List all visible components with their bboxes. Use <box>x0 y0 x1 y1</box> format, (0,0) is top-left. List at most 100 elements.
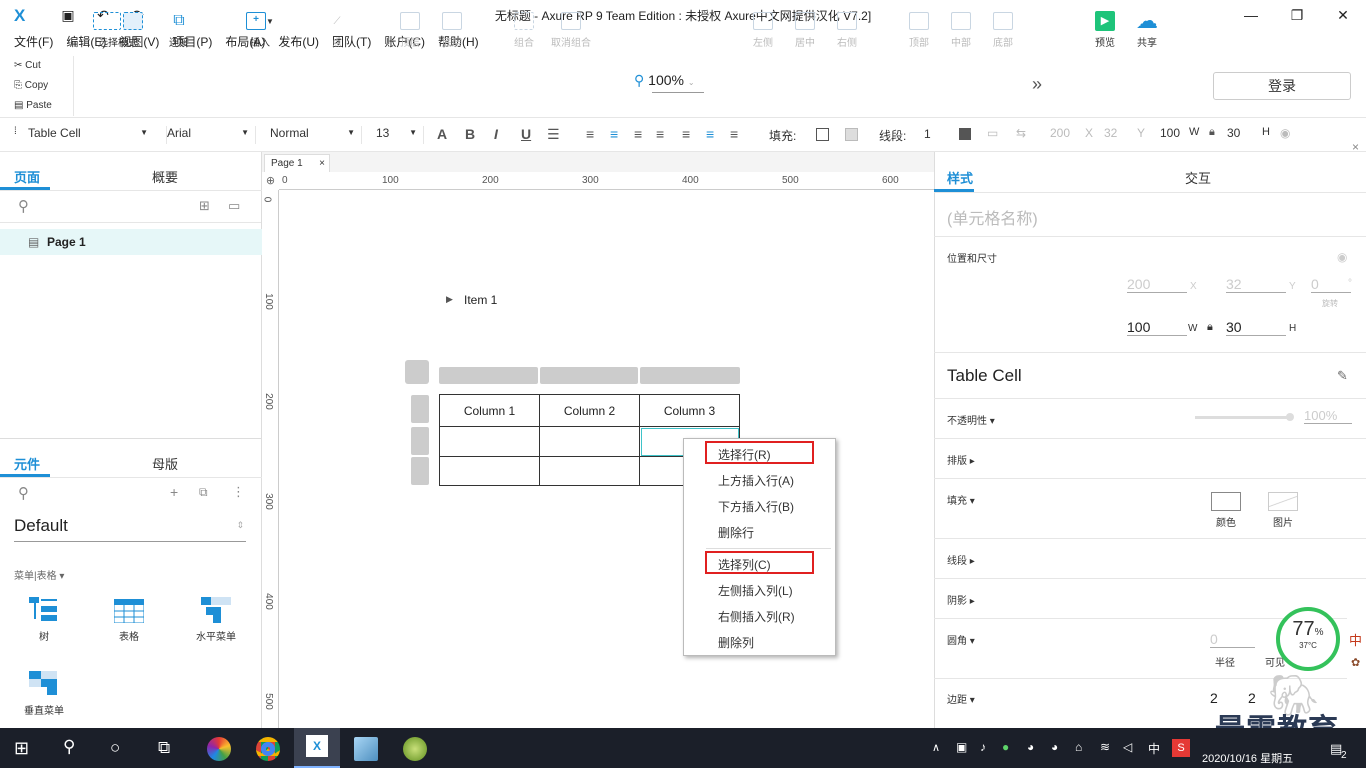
cut-button[interactable]: ✂ Cut <box>0 56 73 76</box>
notes-app-icon[interactable] <box>354 737 378 761</box>
widget-table[interactable]: 表格 <box>99 594 159 643</box>
fill-image-button[interactable] <box>1268 492 1298 511</box>
qq-icon-2[interactable]: ◕ <box>1051 740 1058 754</box>
page-tab[interactable]: Page 1 × <box>264 154 330 172</box>
login-button[interactable]: 登录 <box>1213 72 1351 100</box>
menu-insert-column-left[interactable]: 左侧插入列(L) <box>718 582 793 599</box>
wifi-icon[interactable]: ≋ <box>1100 740 1110 754</box>
stroke-section[interactable]: 线段 ▸ <box>947 552 975 567</box>
fill-color-button[interactable] <box>1211 492 1241 511</box>
tab-pages[interactable]: 页面 <box>14 167 40 186</box>
lock-ratio-icon[interactable]: 🔒︎ <box>1207 321 1213 334</box>
menu-insert-column-right[interactable]: 右侧插入列(R) <box>718 608 795 625</box>
green-app-icon[interactable] <box>403 737 427 761</box>
chrome-icon[interactable] <box>256 737 280 761</box>
more-tools-button[interactable]: » <box>1032 74 1042 95</box>
align-center-button[interactable]: 居中 <box>792 8 818 49</box>
stroke-arrow-icon[interactable]: ⇆ <box>1016 126 1026 140</box>
h-input[interactable]: 30 <box>1226 319 1286 336</box>
visibility-eye-icon[interactable]: ◉ <box>1280 126 1290 140</box>
align-middle-button[interactable]: 中部 <box>948 8 974 49</box>
point-button[interactable]: ⟋ 点 <box>324 8 350 50</box>
task-view-icon[interactable]: ⧉ <box>158 738 170 758</box>
cell-name-input[interactable]: (单元格名称) <box>947 205 1038 229</box>
stroke-width-value[interactable]: 1 <box>924 127 931 141</box>
tab-outline[interactable]: 概要 <box>152 167 178 186</box>
table-cell[interactable] <box>539 456 640 486</box>
library-copy-icon[interactable]: ⧉ <box>199 485 208 500</box>
style-select[interactable]: ⁞ Table Cell ▼ <box>14 126 154 144</box>
maximize-icon[interactable]: ❐ <box>1274 0 1320 30</box>
rotation-input[interactable]: 0 <box>1311 276 1351 293</box>
system-monitor-gauge[interactable]: 77% 37°C <box>1276 607 1340 671</box>
search-icon[interactable]: ⚲ <box>63 737 75 757</box>
table-header-cell[interactable]: Column 1 <box>439 394 540 427</box>
align-bottom-button[interactable]: 底部 <box>990 8 1016 49</box>
menu-publish[interactable]: 发布(U) <box>278 33 319 50</box>
select-mode-button[interactable]: 选择模式 <box>86 8 150 49</box>
library-select[interactable]: Default ⇕ <box>14 516 246 542</box>
y-input[interactable]: 32 <box>1226 276 1286 293</box>
sogou-input-icon[interactable]: S <box>1172 739 1190 757</box>
lock-icon[interactable]: 🔒︎ <box>1209 126 1215 139</box>
table-header-cell[interactable]: Column 3 <box>639 394 740 427</box>
library-more-icon[interactable]: ⋮ <box>232 484 245 500</box>
valign-middle-icon[interactable]: ≡ <box>706 126 714 142</box>
panel-close-icon[interactable]: × <box>1352 140 1359 154</box>
text-align-right-icon[interactable]: ≡ <box>634 126 642 142</box>
opacity-label[interactable]: 不透明性 ▾ <box>947 412 995 427</box>
cortana-icon[interactable]: ○ <box>110 738 120 758</box>
align-right-button[interactable]: 右侧 <box>834 8 860 49</box>
x-input[interactable]: 200 <box>1127 276 1187 293</box>
close-icon[interactable]: ✕ <box>1320 0 1366 30</box>
menu-insert-row-below[interactable]: 下方插入行(B) <box>718 498 794 515</box>
text-align-center-icon[interactable]: ≡ <box>610 126 618 142</box>
wechat-icon[interactable]: ● <box>1002 740 1009 754</box>
column-handle[interactable] <box>640 367 740 384</box>
font-color-icon[interactable]: A <box>437 126 447 142</box>
app-colorful-icon[interactable] <box>207 737 231 761</box>
column-handle[interactable] <box>439 367 538 384</box>
valign-bottom-icon[interactable]: ≡ <box>730 126 738 142</box>
text-justify-icon[interactable]: ≡ <box>656 126 664 142</box>
stroke-pattern-icon[interactable]: ▭ <box>987 126 998 140</box>
text-align-left-icon[interactable]: ≡ <box>586 126 594 142</box>
italic-icon[interactable]: I <box>494 126 498 142</box>
edit-style-icon[interactable]: ✎ <box>1337 368 1348 384</box>
align-top-button[interactable]: 顶部 <box>906 8 932 49</box>
connect-button[interactable]: ⧉ 连接 <box>162 8 196 49</box>
format-h-value[interactable]: 30 <box>1227 126 1240 140</box>
padding-left-input[interactable]: 2 <box>1210 690 1240 706</box>
widget-category[interactable]: 菜单|表格 ▾ <box>14 567 64 582</box>
fill-image-swatch[interactable] <box>845 128 858 141</box>
tab-style[interactable]: 样式 <box>947 168 973 187</box>
padding-section[interactable]: 边距 ▾ <box>947 691 975 706</box>
volume-icon[interactable]: ◁ <box>1123 740 1132 754</box>
w-input[interactable]: 100 <box>1127 319 1187 336</box>
opacity-slider[interactable] <box>1195 416 1291 419</box>
tab-interaction[interactable]: 交互 <box>1185 168 1211 187</box>
font-size-select[interactable]: 13 ▼ <box>376 126 424 144</box>
windows-start-icon[interactable]: ⊞ <box>14 738 29 759</box>
tray-chevron-up-icon[interactable]: ∧ <box>932 741 940 754</box>
underline-icon[interactable]: U <box>521 126 531 142</box>
bullet-list-icon[interactable]: ☰ <box>547 126 560 143</box>
widget-tree[interactable]: 树 <box>14 594 74 643</box>
corner-section[interactable]: 圆角 ▾ <box>947 632 975 647</box>
ungroup-button[interactable]: 取消组合 <box>548 8 594 49</box>
minimize-icon[interactable]: — <box>1228 0 1274 30</box>
taskbar-active-app[interactable]: X <box>294 728 340 768</box>
fill-section[interactable]: 填充 ▾ <box>947 492 975 507</box>
typography-section[interactable]: 排版 ▸ <box>947 452 975 467</box>
page-search-icon[interactable]: ⚲ <box>18 197 29 215</box>
font-select[interactable]: Arial ▼ <box>166 126 256 144</box>
group-button[interactable]: 组合 <box>510 8 538 49</box>
top-layer-button[interactable]: 顶层 <box>396 8 424 49</box>
tree-item[interactable]: Item 1 <box>464 293 497 307</box>
fill-color-swatch[interactable] <box>816 128 829 141</box>
add-folder-icon[interactable]: ▭ <box>228 198 240 214</box>
style-name[interactable]: Table Cell <box>947 366 1022 386</box>
corner-radius-input[interactable]: 0 <box>1210 631 1255 648</box>
format-x-value[interactable]: 200 <box>1050 126 1070 140</box>
table-header-cell[interactable]: Column 2 <box>539 394 640 427</box>
